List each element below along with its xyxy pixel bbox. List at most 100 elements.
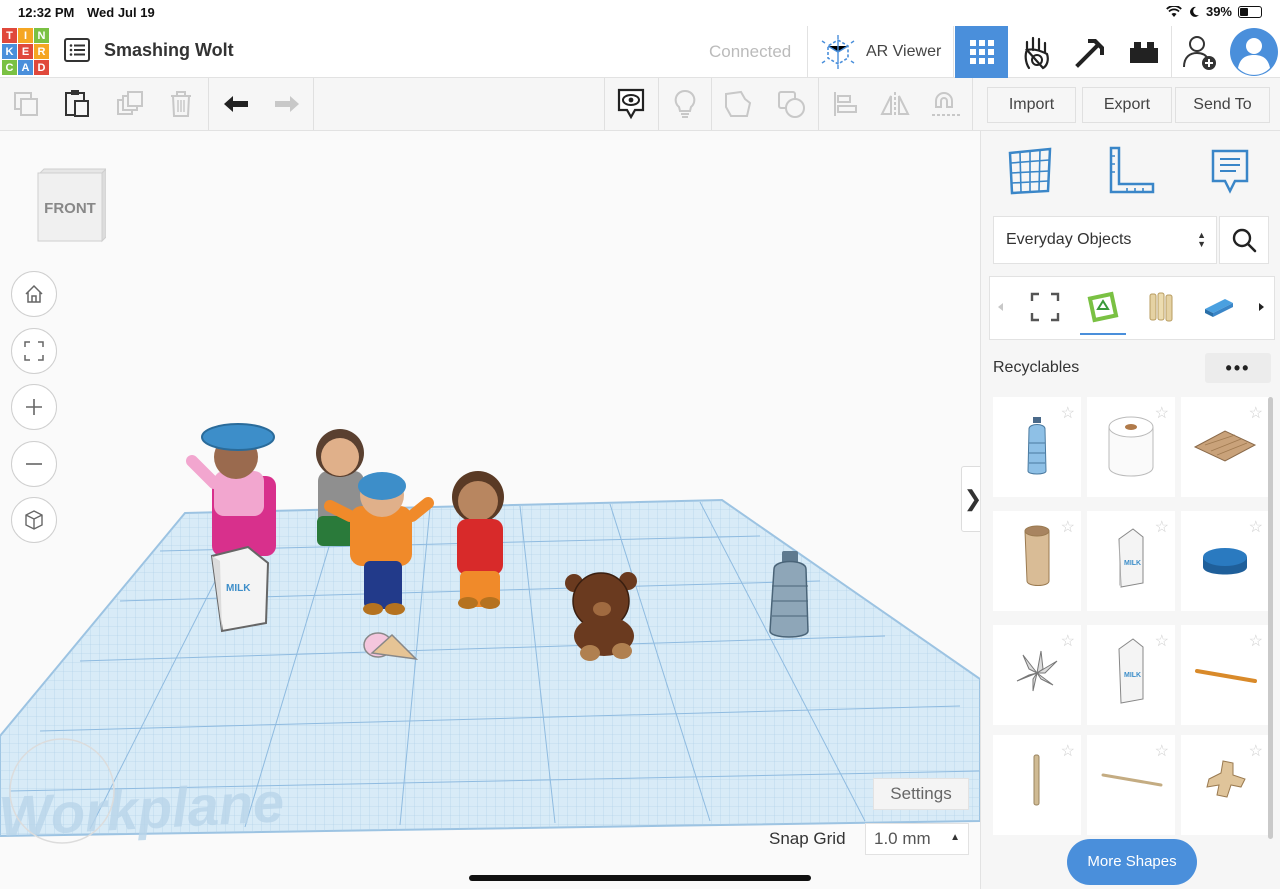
shape-search-button[interactable] [1219, 216, 1269, 264]
favorite-star-icon[interactable]: ☆ [1061, 741, 1075, 761]
sticks-icon [1149, 292, 1173, 322]
perspective-button[interactable] [11, 497, 57, 543]
milk-carton-object[interactable]: MILK [210, 545, 270, 633]
ruler-tool-button[interactable] [1103, 145, 1157, 197]
home-indicator[interactable] [469, 875, 811, 881]
tab-recyclables[interactable] [1078, 283, 1128, 335]
ar-cube-icon [821, 35, 855, 69]
paste-button[interactable] [51, 78, 103, 130]
tab-sticks[interactable] [1136, 283, 1186, 331]
shape-cardboard-sheet[interactable]: ☆ [1181, 397, 1269, 497]
redo-icon [275, 96, 299, 112]
design-menu-icon[interactable] [64, 38, 90, 62]
favorite-star-icon[interactable]: ☆ [1249, 631, 1263, 651]
duplicate-button[interactable] [104, 78, 156, 130]
logo-letter: N [34, 28, 49, 43]
ruler-icon [1109, 146, 1155, 194]
panel-scrollbar[interactable] [1268, 397, 1273, 839]
favorite-star-icon[interactable]: ☆ [1155, 631, 1169, 651]
tabs-scroll-left[interactable] [990, 283, 1010, 331]
view-cube[interactable]: FRONT [36, 167, 106, 243]
shape-paper-fan[interactable]: ☆ [993, 625, 1081, 725]
send-to-button[interactable]: Send To [1175, 87, 1270, 123]
shape-popsicle-stick[interactable]: ☆ [993, 735, 1081, 835]
ar-viewer-button[interactable]: AR Viewer [820, 34, 941, 70]
shape-skewer[interactable]: ☆ [1087, 735, 1175, 835]
shape-toilet-paper-roll[interactable]: ☆ [1087, 397, 1175, 497]
svg-text:MILK: MILK [226, 583, 251, 594]
fit-all-icon [24, 341, 44, 361]
delete-button[interactable] [155, 78, 207, 130]
view-cube-label: FRONT [44, 200, 96, 217]
shape-cardboard-cross[interactable]: ☆ [1181, 735, 1269, 835]
logo-letter: I [18, 28, 33, 43]
more-shapes-button[interactable]: More Shapes [1067, 839, 1197, 885]
zoom-in-button[interactable] [11, 384, 57, 430]
3d-viewport[interactable]: Workplane MILK FRONT Settings Snap Grid … [0, 131, 980, 889]
group-button[interactable] [712, 78, 764, 130]
shapes-panel: Everyday Objects ▲ ▼ Recyclables ••• ☆ ☆… [980, 131, 1280, 889]
notes-tool-button[interactable] [1203, 145, 1257, 197]
tab-blocks[interactable] [1194, 283, 1244, 331]
tabs-scroll-right[interactable] [1252, 283, 1272, 331]
workplane-icon [1008, 147, 1052, 195]
favorite-star-icon[interactable]: ☆ [1061, 517, 1075, 537]
align-button[interactable] [819, 78, 871, 130]
caret-up-icon: ▲ [950, 832, 960, 843]
tab-all-shapes[interactable] [1020, 283, 1070, 331]
cruise-button[interactable] [920, 78, 972, 130]
shape-paper-tube[interactable]: ☆ [993, 511, 1081, 611]
battery-icon [1238, 5, 1262, 18]
export-button[interactable]: Export [1082, 87, 1172, 123]
favorite-star-icon[interactable]: ☆ [1155, 403, 1169, 423]
shape-milk-carton-2[interactable]: MILK ☆ [1087, 625, 1175, 725]
frame-icon [1030, 292, 1060, 322]
import-button[interactable]: Import [987, 87, 1076, 123]
moon-icon [1190, 6, 1199, 17]
settings-button[interactable]: Settings [873, 778, 969, 810]
section-more-button[interactable]: ••• [1205, 353, 1271, 383]
home-view-button[interactable] [11, 271, 57, 317]
favorite-star-icon[interactable]: ☆ [1061, 403, 1075, 423]
favorite-star-icon[interactable]: ☆ [1249, 741, 1263, 761]
shape-wooden-stick[interactable]: ☆ [1181, 625, 1269, 725]
minecraft-button[interactable] [1064, 26, 1117, 78]
bricks-button[interactable] [1117, 26, 1170, 78]
collapse-panel-button[interactable]: ❯ [961, 466, 980, 532]
favorite-star-icon[interactable]: ☆ [1249, 517, 1263, 537]
tinkercad-logo[interactable]: TIN KER CAD [2, 28, 49, 75]
favorite-star-icon[interactable]: ☆ [1155, 517, 1169, 537]
workplane-magnet-icon [932, 92, 960, 116]
shape-milk-carton[interactable]: MILK ☆ [1087, 511, 1175, 611]
sim-lab-button[interactable] [1010, 26, 1063, 78]
snap-grid-select[interactable]: 1.0 mm ▲ [865, 823, 969, 855]
hand-icon [1024, 36, 1049, 70]
shape-category-select[interactable]: Everyday Objects ▲ ▼ [993, 216, 1217, 264]
workplane[interactable]: Workplane MILK [0, 131, 980, 889]
paste-icon [65, 90, 89, 117]
favorite-star-icon[interactable]: ☆ [1155, 741, 1169, 761]
snap-grid-value: 1.0 mm [874, 829, 931, 848]
redo-button[interactable] [261, 78, 313, 130]
undo-button[interactable] [210, 78, 262, 130]
notes-icon [1211, 149, 1249, 194]
favorite-star-icon[interactable]: ☆ [1249, 403, 1263, 423]
recycle-icon [1087, 291, 1119, 323]
ungroup-icon [778, 91, 805, 118]
mirror-icon [880, 92, 910, 116]
show-all-button[interactable] [659, 78, 711, 130]
workplane-tool-button[interactable] [1003, 145, 1057, 197]
fit-view-button[interactable] [11, 328, 57, 374]
shape-blue-lid[interactable]: ☆ [1181, 511, 1269, 611]
ungroup-button[interactable] [765, 78, 817, 130]
account-button[interactable] [1227, 26, 1280, 78]
shape-water-bottle[interactable]: ☆ [993, 397, 1081, 497]
zoom-out-button[interactable] [11, 441, 57, 487]
notes-toggle-button[interactable] [605, 78, 657, 130]
favorite-star-icon[interactable]: ☆ [1061, 631, 1075, 651]
mirror-button[interactable] [869, 78, 921, 130]
copy-button[interactable] [0, 78, 52, 130]
invite-button[interactable] [1173, 26, 1226, 78]
grid-view-button[interactable] [955, 26, 1008, 78]
design-title[interactable]: Smashing Wolt [104, 40, 234, 61]
